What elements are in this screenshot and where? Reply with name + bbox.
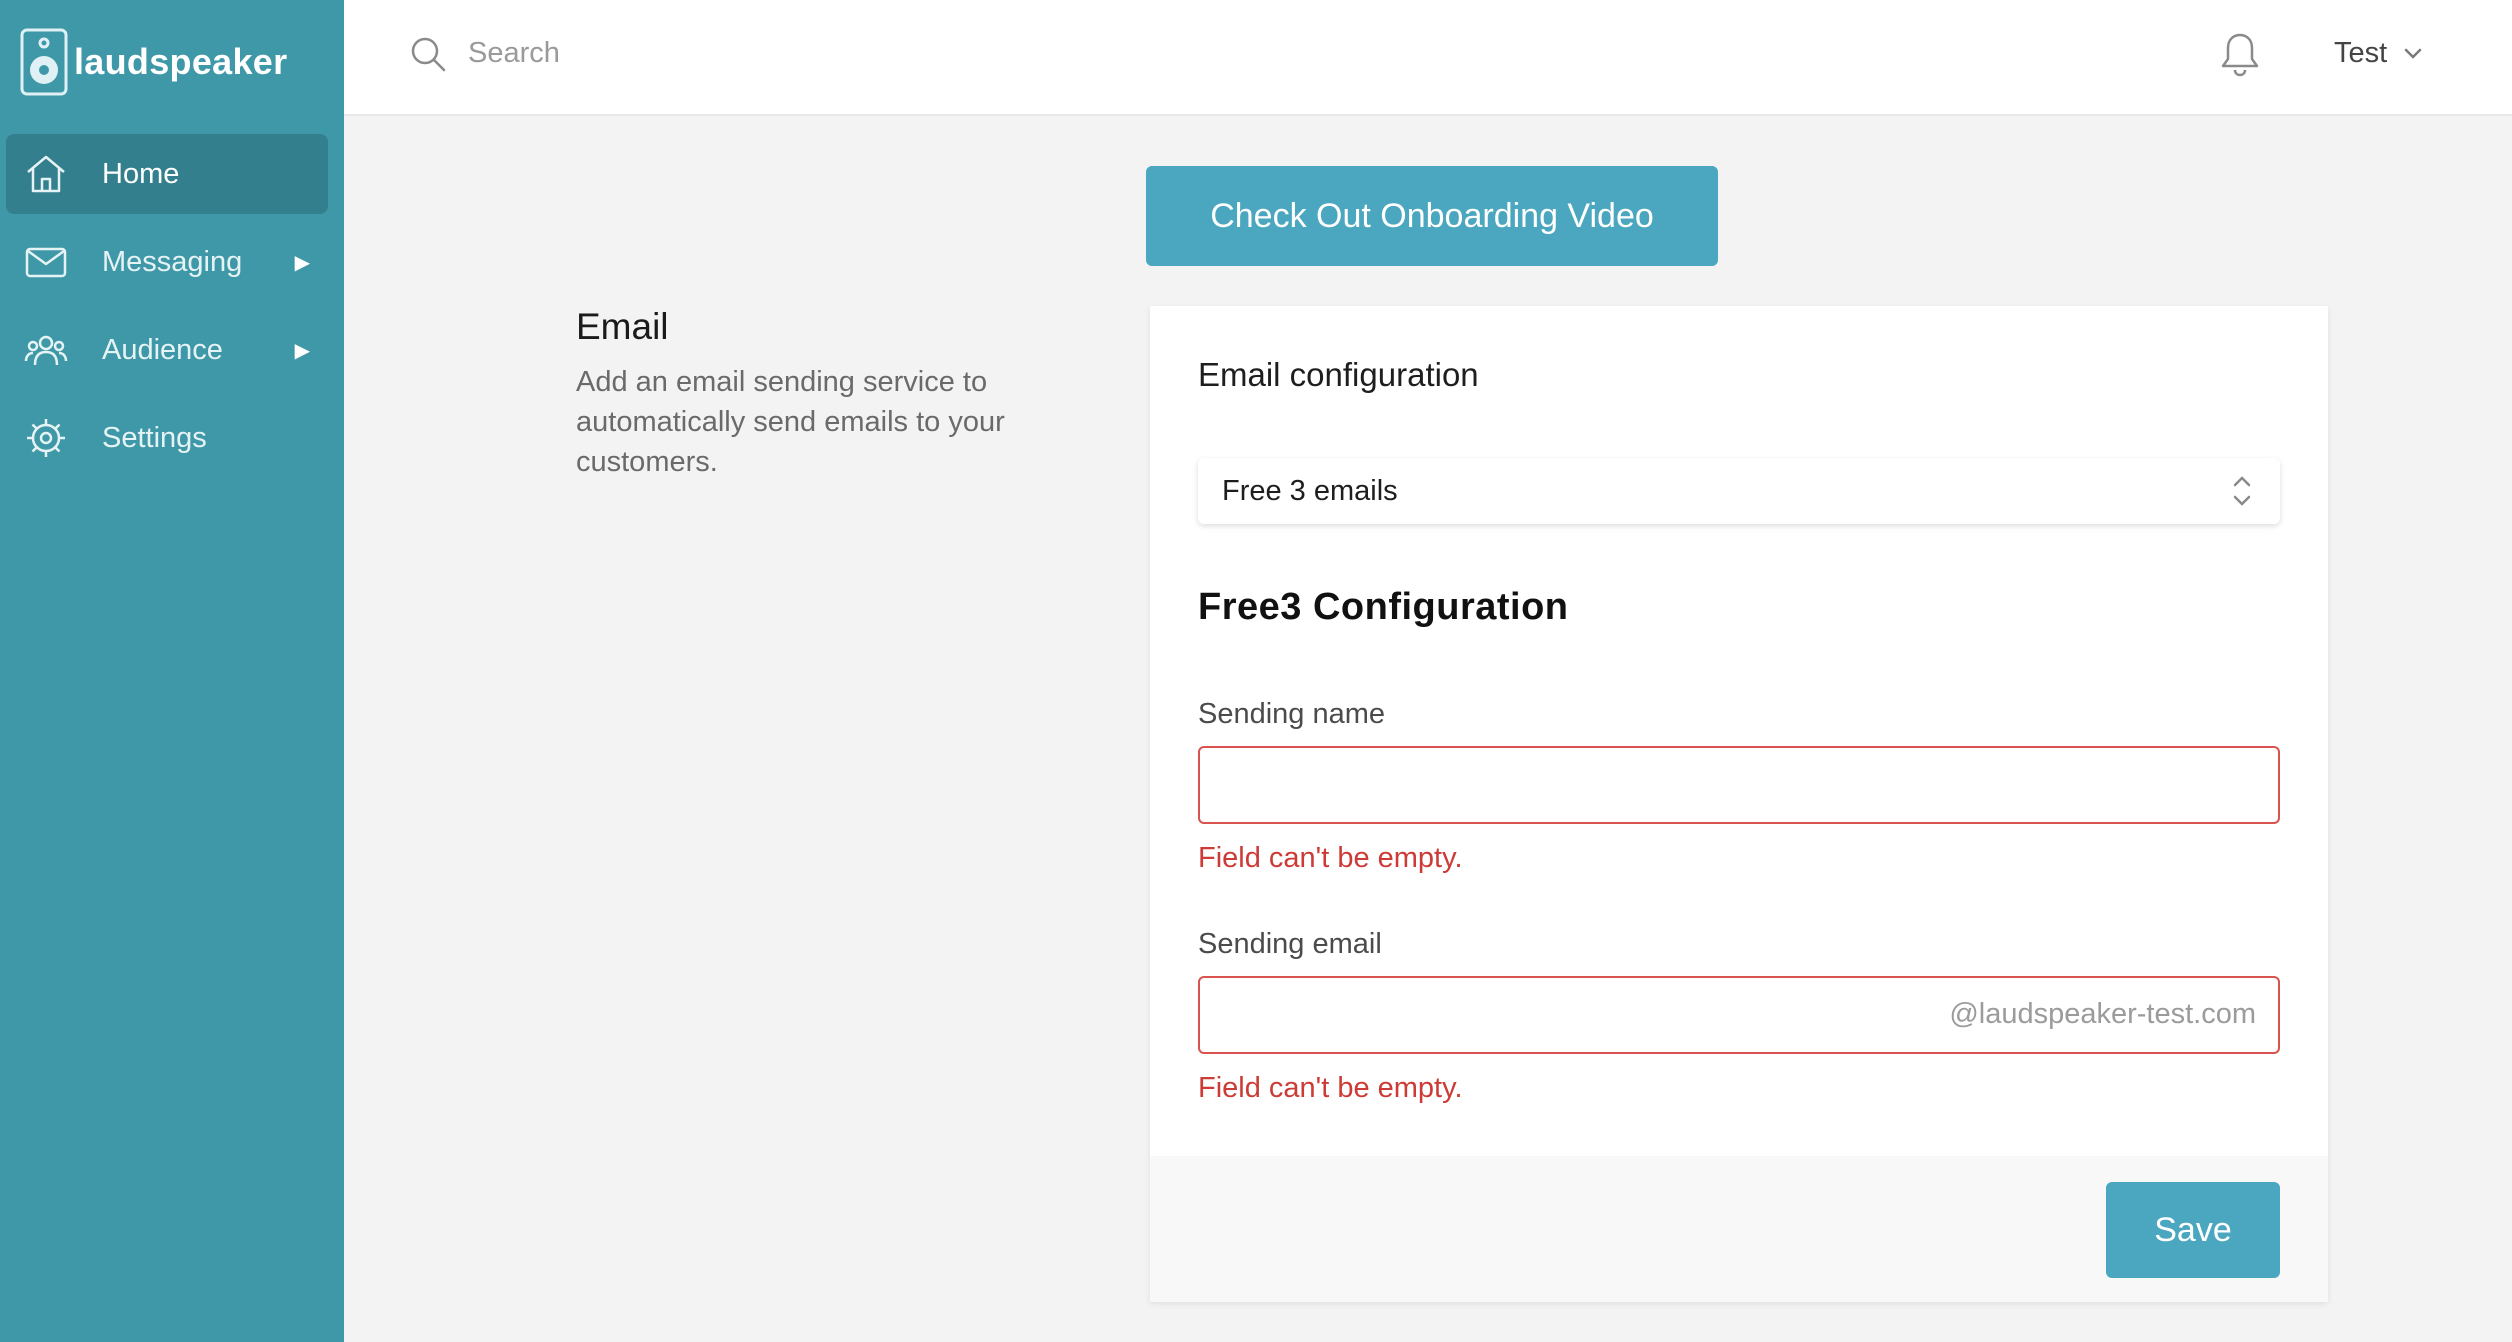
save-button[interactable]: Save — [2106, 1182, 2280, 1278]
email-domain-suffix: @laudspeaker-test.com — [1949, 998, 2256, 1030]
sidebar-item-label: Audience — [102, 333, 223, 366]
logo[interactable]: laudspeaker — [20, 28, 287, 96]
user-menu[interactable]: Test — [2334, 30, 2425, 76]
top-bar: Test — [344, 0, 2512, 116]
sidebar-item-settings[interactable]: Settings — [6, 398, 328, 478]
chevron-down-icon — [2404, 48, 2422, 59]
sidebar-item-label: Settings — [102, 421, 207, 454]
select-chevron-icon — [2233, 476, 2251, 506]
home-icon — [24, 152, 68, 196]
sending-email-field[interactable]: @laudspeaker-test.com — [1198, 976, 2280, 1054]
sidebar-item-label: Messaging — [102, 245, 243, 278]
card-title: Email configuration — [1198, 356, 1479, 393]
mail-icon — [24, 240, 68, 284]
sidebar-item-audience[interactable]: Audience ▶ — [6, 310, 328, 390]
people-icon — [24, 328, 68, 372]
select-value: Free 3 emails — [1222, 474, 1398, 507]
sending-email-error: Field can't be empty. — [1198, 1072, 1463, 1104]
expand-arrow-icon[interactable]: ▶ — [295, 338, 310, 363]
sending-name-label: Sending name — [1198, 698, 1386, 730]
sidebar-item-home[interactable]: Home — [6, 134, 328, 214]
card-footer: Save — [1150, 1156, 2328, 1302]
config-title: Free3 Configuration — [1198, 586, 1569, 628]
sending-email-label: Sending email — [1198, 928, 1382, 960]
section-description: Add an email sending service to automati… — [576, 366, 1005, 478]
expand-arrow-icon[interactable]: ▶ — [295, 250, 310, 275]
onboarding-video-button[interactable]: Check Out Onboarding Video — [1146, 166, 1718, 266]
search-icon — [411, 37, 446, 72]
sidebar: laudspeaker Home Messaging ▶ Audience ▶ … — [0, 0, 344, 1342]
sending-name-error: Field can't be empty. — [1198, 842, 1463, 874]
user-name: Test — [2334, 36, 2388, 69]
search-input[interactable] — [468, 30, 1068, 76]
sidebar-item-label: Home — [102, 157, 180, 190]
section-title: Email — [576, 306, 669, 347]
email-config-card: Email configuration Free 3 emails Free3 … — [1150, 306, 2328, 1302]
speaker-logo-icon — [20, 28, 68, 96]
sidebar-item-messaging[interactable]: Messaging ▶ — [6, 222, 328, 302]
brand-name: laudspeaker — [74, 41, 288, 82]
sending-name-input[interactable] — [1200, 748, 2278, 822]
gear-icon — [24, 416, 68, 460]
sending-name-field[interactable] — [1198, 746, 2280, 824]
email-provider-select[interactable]: Free 3 emails — [1198, 458, 2280, 524]
bell-icon[interactable] — [2218, 30, 2262, 78]
